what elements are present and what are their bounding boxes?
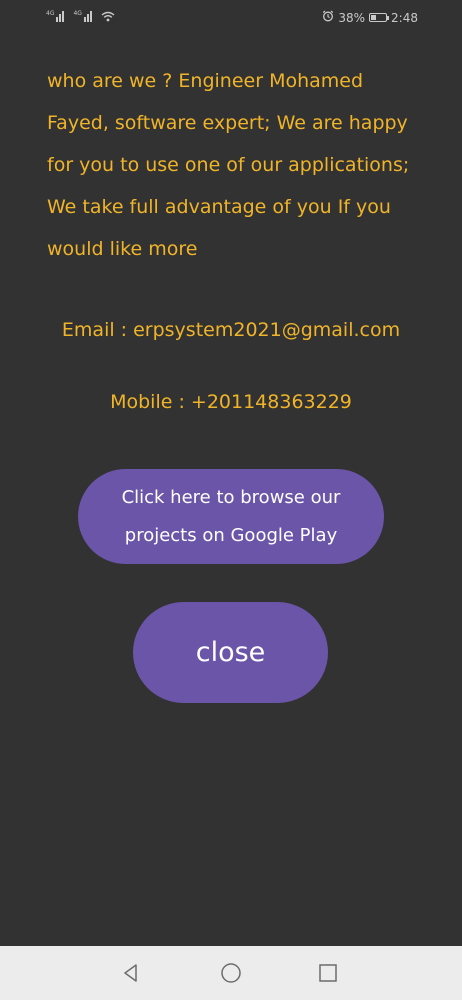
about-description: who are we ? Engineer Mohamed Fayed, sof…	[47, 70, 410, 260]
battery-icon	[369, 13, 390, 22]
battery-percent: 38%	[338, 10, 366, 25]
signal-icon: 4G	[46, 11, 67, 22]
sim1-network-tag: 4G	[46, 10, 55, 17]
status-bar: 4G 4G 38% 2:48	[0, 0, 462, 36]
status-time: 2:48	[391, 10, 418, 25]
home-icon[interactable]	[218, 960, 244, 986]
back-icon[interactable]	[118, 960, 144, 986]
status-right-group: 38% 2:48	[322, 10, 418, 25]
sim2-network-tag: 4G	[73, 10, 82, 17]
contact-mobile: Mobile : +201148363229	[110, 391, 352, 413]
alarm-icon	[322, 10, 334, 25]
about-dialog-screen: 4G 4G 38% 2:48 who are we ? Engineer Moh…	[0, 0, 462, 1000]
browse-projects-button[interactable]: Click here to browse our projects on Goo…	[78, 469, 384, 564]
signal-icon: 4G	[73, 11, 94, 22]
status-left-group: 4G 4G	[46, 11, 115, 22]
navigation-bar	[0, 946, 462, 1000]
recents-icon[interactable]	[315, 960, 341, 986]
battery-level-fill	[371, 15, 377, 20]
contact-email: Email : erpsystem2021@gmail.com	[61, 319, 401, 341]
close-button[interactable]: close	[133, 602, 328, 703]
wifi-icon	[101, 11, 115, 22]
